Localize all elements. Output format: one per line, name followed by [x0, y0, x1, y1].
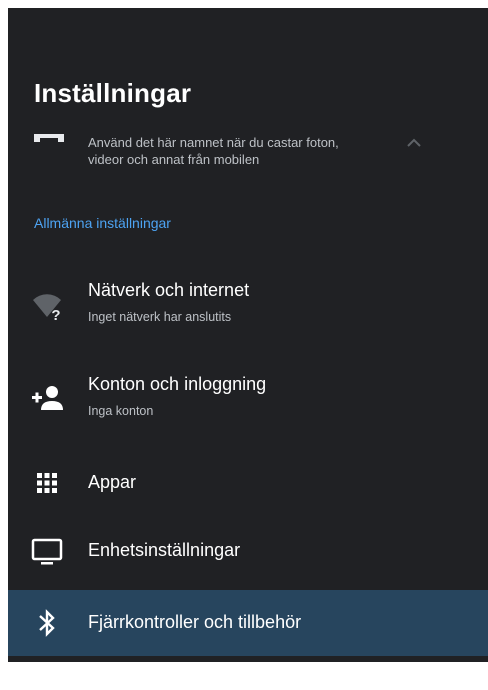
section-header-general: Allmänna inställningar	[34, 215, 171, 231]
svg-text:?: ?	[51, 307, 60, 322]
menu-item-accounts-subtitle: Inga konton	[88, 404, 154, 418]
cast-description: Använd det här namnet när du castar foto…	[88, 134, 398, 168]
wifi-question-icon: ?	[30, 288, 64, 322]
menu-item-accounts[interactable]: Konton och inloggning Inga konton	[8, 364, 488, 434]
menu-item-device-settings-title: Enhetsinställningar	[88, 540, 241, 560]
menu-item-apps-title: Appar	[88, 472, 137, 492]
bluetooth-icon	[30, 606, 64, 640]
menu-item-network-title: Nätverk och internet	[88, 280, 250, 300]
apps-grid-icon	[30, 466, 64, 500]
settings-screen: Inställningar Använd det här namnet när …	[8, 8, 488, 662]
tv-icon	[30, 534, 64, 568]
menu-item-accounts-title: Konton och inloggning	[88, 374, 267, 394]
menu-item-remotes-accessories[interactable]: Fjärrkontroller och tillbehör	[8, 590, 488, 656]
cast-description-line2: videor och annat från mobilen	[88, 152, 260, 167]
add-person-icon	[30, 382, 64, 416]
cast-name-row[interactable]: Använd det här namnet när du castar foto…	[8, 128, 488, 188]
menu-item-remotes-accessories-title: Fjärrkontroller och tillbehör	[88, 612, 302, 632]
chevron-up-icon	[407, 138, 421, 147]
page-title: Inställningar	[34, 78, 192, 108]
menu-item-device-settings[interactable]: Enhetsinställningar	[8, 525, 488, 577]
menu-item-network-subtitle: Inget nätverk har anslutits	[88, 310, 232, 324]
menu-item-apps[interactable]: Appar	[8, 458, 488, 508]
menu-item-network[interactable]: ? Nätverk och internet Inget nätverk har…	[8, 270, 488, 340]
cast-description-line1: Använd det här namnet när du castar foto…	[88, 135, 339, 150]
cast-device-icon	[34, 134, 64, 142]
